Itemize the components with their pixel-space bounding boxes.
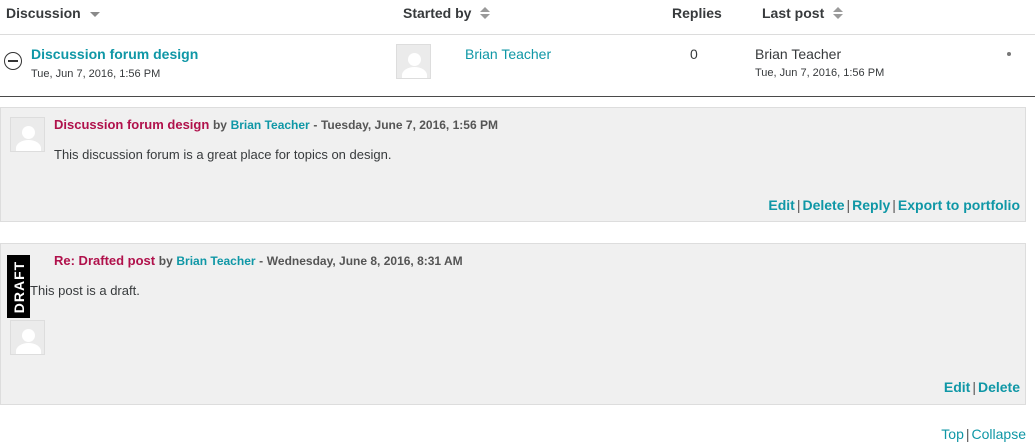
- post-by-label: by: [158, 254, 173, 268]
- post-author-link[interactable]: Brian Teacher: [231, 118, 310, 132]
- post-subject[interactable]: Discussion forum design: [54, 117, 209, 132]
- post-header: Discussion forum design by Brian Teacher…: [54, 117, 498, 132]
- export-to-portfolio-link[interactable]: Export to portfolio: [898, 197, 1020, 213]
- post-content: This discussion forum is a great place f…: [54, 147, 392, 162]
- post-subject[interactable]: Re: Drafted post: [54, 253, 155, 268]
- post-author-avatar[interactable]: [10, 117, 45, 152]
- replies-count: 0: [690, 46, 698, 62]
- post-date: Tuesday, June 7, 2016, 1:56 PM: [320, 118, 498, 132]
- post-header: Re: Drafted post by Brian Teacher - Wedn…: [54, 253, 463, 268]
- post-content: This post is a draft.: [30, 283, 140, 298]
- command-separator: |: [892, 197, 896, 213]
- collapse-link[interactable]: Collapse: [972, 426, 1026, 442]
- started-by-link[interactable]: Brian Teacher: [465, 46, 551, 62]
- discussion-footer: Top | Collapse: [941, 426, 1026, 442]
- discussion-table-header: Discussion Started by Replies Last post: [0, 0, 1035, 35]
- post-date: Wednesday, June 8, 2016, 8:31 AM: [266, 254, 463, 268]
- post-author-link[interactable]: Brian Teacher: [176, 254, 255, 268]
- column-header-replies-label: Replies: [672, 5, 722, 21]
- collapse-discussion-icon[interactable]: [4, 52, 22, 70]
- draft-badge-label: DRAFT: [10, 260, 27, 313]
- reply-link[interactable]: Reply: [852, 197, 890, 213]
- column-header-discussion-label: Discussion: [6, 5, 81, 21]
- command-separator: |: [796, 197, 801, 213]
- sort-icon[interactable]: [480, 6, 491, 20]
- post-commands: Edit | Delete | Reply | Export to portfolio: [768, 197, 1020, 213]
- command-separator: |: [846, 197, 851, 213]
- sort-desc-icon[interactable]: [89, 6, 100, 20]
- starter-avatar[interactable]: [396, 44, 431, 79]
- column-header-last-post[interactable]: Last post: [762, 5, 844, 21]
- column-header-discussion[interactable]: Discussion: [6, 5, 100, 21]
- delete-link[interactable]: Delete: [978, 379, 1020, 395]
- last-post-author: Brian Teacher: [755, 46, 842, 62]
- discussion-row: Discussion forum design Tue, Jun 7, 2016…: [0, 35, 1035, 97]
- column-header-started-by-label: Started by: [403, 5, 472, 21]
- discussion-created-date: Tue, Jun 7, 2016, 1:56 PM: [31, 68, 161, 80]
- post-separator: -: [259, 254, 264, 268]
- top-link[interactable]: Top: [941, 426, 964, 442]
- forum-post: Discussion forum design by Brian Teacher…: [0, 107, 1026, 222]
- row-actions-dot-icon[interactable]: [1007, 52, 1011, 56]
- draft-forum-post: DRAFT Re: Drafted post by Brian Teacher …: [0, 243, 1026, 405]
- sort-icon[interactable]: [833, 6, 844, 20]
- command-separator: |: [972, 379, 976, 395]
- last-post-date: Tue, Jun 7, 2016, 1:56 PM: [755, 67, 885, 79]
- edit-link[interactable]: Edit: [768, 197, 794, 213]
- post-separator: -: [313, 118, 318, 132]
- discussion-subject-link[interactable]: Discussion forum design: [31, 46, 198, 62]
- post-by-label: by: [212, 118, 227, 132]
- footer-separator: |: [965, 426, 970, 442]
- post-author-avatar[interactable]: [10, 320, 45, 355]
- delete-link[interactable]: Delete: [802, 197, 844, 213]
- draft-badge: DRAFT: [7, 255, 30, 318]
- post-commands: Edit | Delete: [944, 379, 1020, 395]
- edit-link[interactable]: Edit: [944, 379, 970, 395]
- column-header-started-by[interactable]: Started by: [403, 5, 491, 21]
- column-header-replies[interactable]: Replies: [672, 5, 722, 21]
- column-header-last-post-label: Last post: [762, 5, 825, 21]
